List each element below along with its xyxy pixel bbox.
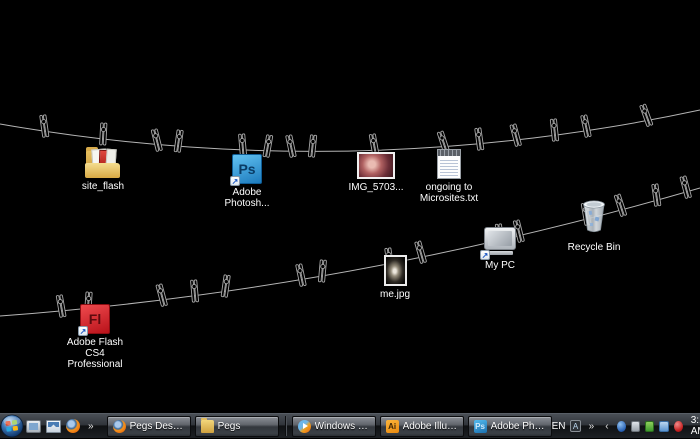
taskbar-button-label: Adobe Illustrator CS... [403, 421, 458, 432]
photo-thumbnail-icon [384, 255, 407, 286]
clothesline-upper [0, 110, 700, 151]
clothespin [100, 123, 107, 145]
photoshop-glyph: Ps [238, 161, 255, 177]
desktop-icon-my-pc[interactable]: ↗ My PC [466, 227, 534, 271]
clothespin [640, 104, 653, 127]
shortcut-arrow-icon: ↗ [230, 176, 240, 186]
clothespin [510, 124, 522, 147]
illustrator-icon: Ai [386, 420, 399, 433]
shortcut-arrow-icon: ↗ [78, 326, 88, 336]
taskbar-button-label: Pegs [218, 421, 241, 432]
tray-overflow-chevron[interactable]: » [586, 421, 598, 432]
icon-label: Adobe Flash CS4 Professional [67, 337, 123, 370]
quick-launch-bar: » [24, 419, 101, 433]
taskbar-separator [285, 416, 286, 436]
icon-label: Adobe Photosh... [224, 187, 269, 209]
computer-icon: ↗ [483, 227, 517, 257]
language-indicator[interactable]: EN [552, 421, 566, 432]
show-desktop-icon[interactable] [26, 420, 41, 433]
mail-icon[interactable] [46, 420, 61, 433]
start-button[interactable] [0, 414, 24, 439]
clothespin [581, 115, 592, 138]
taskbar-button-label: Windows Media Pla... [315, 421, 370, 432]
clothespin [191, 280, 199, 302]
photoshop-icon: Ps [474, 420, 487, 433]
icon-label: ongoing to Microsites.txt [420, 182, 478, 204]
icon-label: IMG_5703... [348, 182, 403, 193]
text-file-icon [437, 149, 461, 179]
desktop-icon-site-flash[interactable]: site_flash [69, 147, 137, 192]
clothespin [475, 128, 484, 151]
folder-icon [201, 420, 214, 433]
icon-label: My PC [485, 260, 515, 271]
quick-launch-overflow-chevron[interactable]: » [85, 421, 97, 432]
flash-glyph: Fl [89, 311, 101, 327]
clothespin [239, 134, 247, 156]
firefox-icon[interactable] [66, 419, 80, 433]
clothespin [550, 119, 558, 142]
safely-remove-hardware-icon[interactable] [645, 421, 654, 432]
taskbar-button-label: Pegs Desktop wallp... [130, 421, 185, 432]
clothespin [174, 130, 183, 153]
system-tray: EN A » ‹ 3:12 AM [552, 415, 700, 437]
taskbar-button-adobe-photoshop[interactable]: Ps Adobe Photoshop C... [468, 416, 552, 437]
flash-icon: Fl ↗ [80, 304, 110, 334]
clothespin [286, 135, 297, 158]
network-icon[interactable] [659, 421, 668, 432]
windows-orb-icon [0, 414, 24, 438]
desktop-icon-ongoing-microsites[interactable]: ongoing to Microsites.txt [415, 149, 483, 204]
taskbar-button-pegs-folder[interactable]: Pegs [195, 416, 279, 437]
windows-media-player-icon [298, 420, 311, 433]
clothespin [156, 284, 168, 307]
task-buttons: Pegs Desktop wallp... Pegs Windows Media… [107, 416, 552, 437]
folder-icon [84, 147, 122, 178]
desktop-icon-recycle-bin[interactable]: Recycle Bin [560, 198, 628, 253]
alert-icon[interactable] [674, 421, 683, 432]
taskbar-button-label: Adobe Photoshop C... [491, 421, 546, 432]
firefox-icon [113, 420, 126, 433]
taskbar: » Pegs Desktop wallp... Pegs Windows Med… [0, 413, 700, 438]
display-settings-icon[interactable] [631, 421, 640, 432]
taskbar-button-adobe-illustrator[interactable]: Ai Adobe Illustrator CS... [380, 416, 464, 437]
photoshop-icon: Ps ↗ [232, 154, 262, 184]
clothespin [221, 275, 230, 298]
desktop-icon-adobe-photoshop[interactable]: Ps ↗ Adobe Photosh... [213, 154, 281, 209]
clothespin [318, 260, 326, 282]
icon-label: me.jpg [380, 289, 410, 300]
desktop[interactable]: site_flash Ps ↗ Adobe Photosh... IMG_570… [0, 0, 700, 413]
desktop-icon-img-5703[interactable]: IMG_5703... [342, 152, 410, 193]
icon-label: site_flash [82, 181, 124, 192]
clothespin [40, 115, 49, 138]
keyboard-layout-icon[interactable]: A [570, 420, 580, 432]
recycle-bin-icon [580, 198, 608, 239]
clothespin [308, 135, 316, 158]
tray-expand-arrow[interactable]: ‹ [602, 421, 611, 432]
icon-label: Recycle Bin [568, 242, 621, 253]
photo-thumbnail-icon [357, 152, 395, 179]
clothespin [296, 264, 307, 287]
clothespin [151, 129, 162, 152]
clothespin [680, 176, 692, 199]
taskbar-button-pegs-desktop-wallpaper[interactable]: Pegs Desktop wallp... [107, 416, 191, 437]
security-center-icon[interactable] [617, 421, 626, 432]
taskbar-button-windows-media-player[interactable]: Windows Media Pla... [292, 416, 376, 437]
desktop-icon-me-jpg[interactable]: me.jpg [361, 255, 429, 300]
shortcut-arrow-icon: ↗ [480, 250, 490, 260]
clothespin [652, 184, 661, 207]
clock[interactable]: 3:12 AM [688, 415, 700, 437]
desktop-icon-adobe-flash-cs4[interactable]: Fl ↗ Adobe Flash CS4 Professional [61, 304, 129, 370]
